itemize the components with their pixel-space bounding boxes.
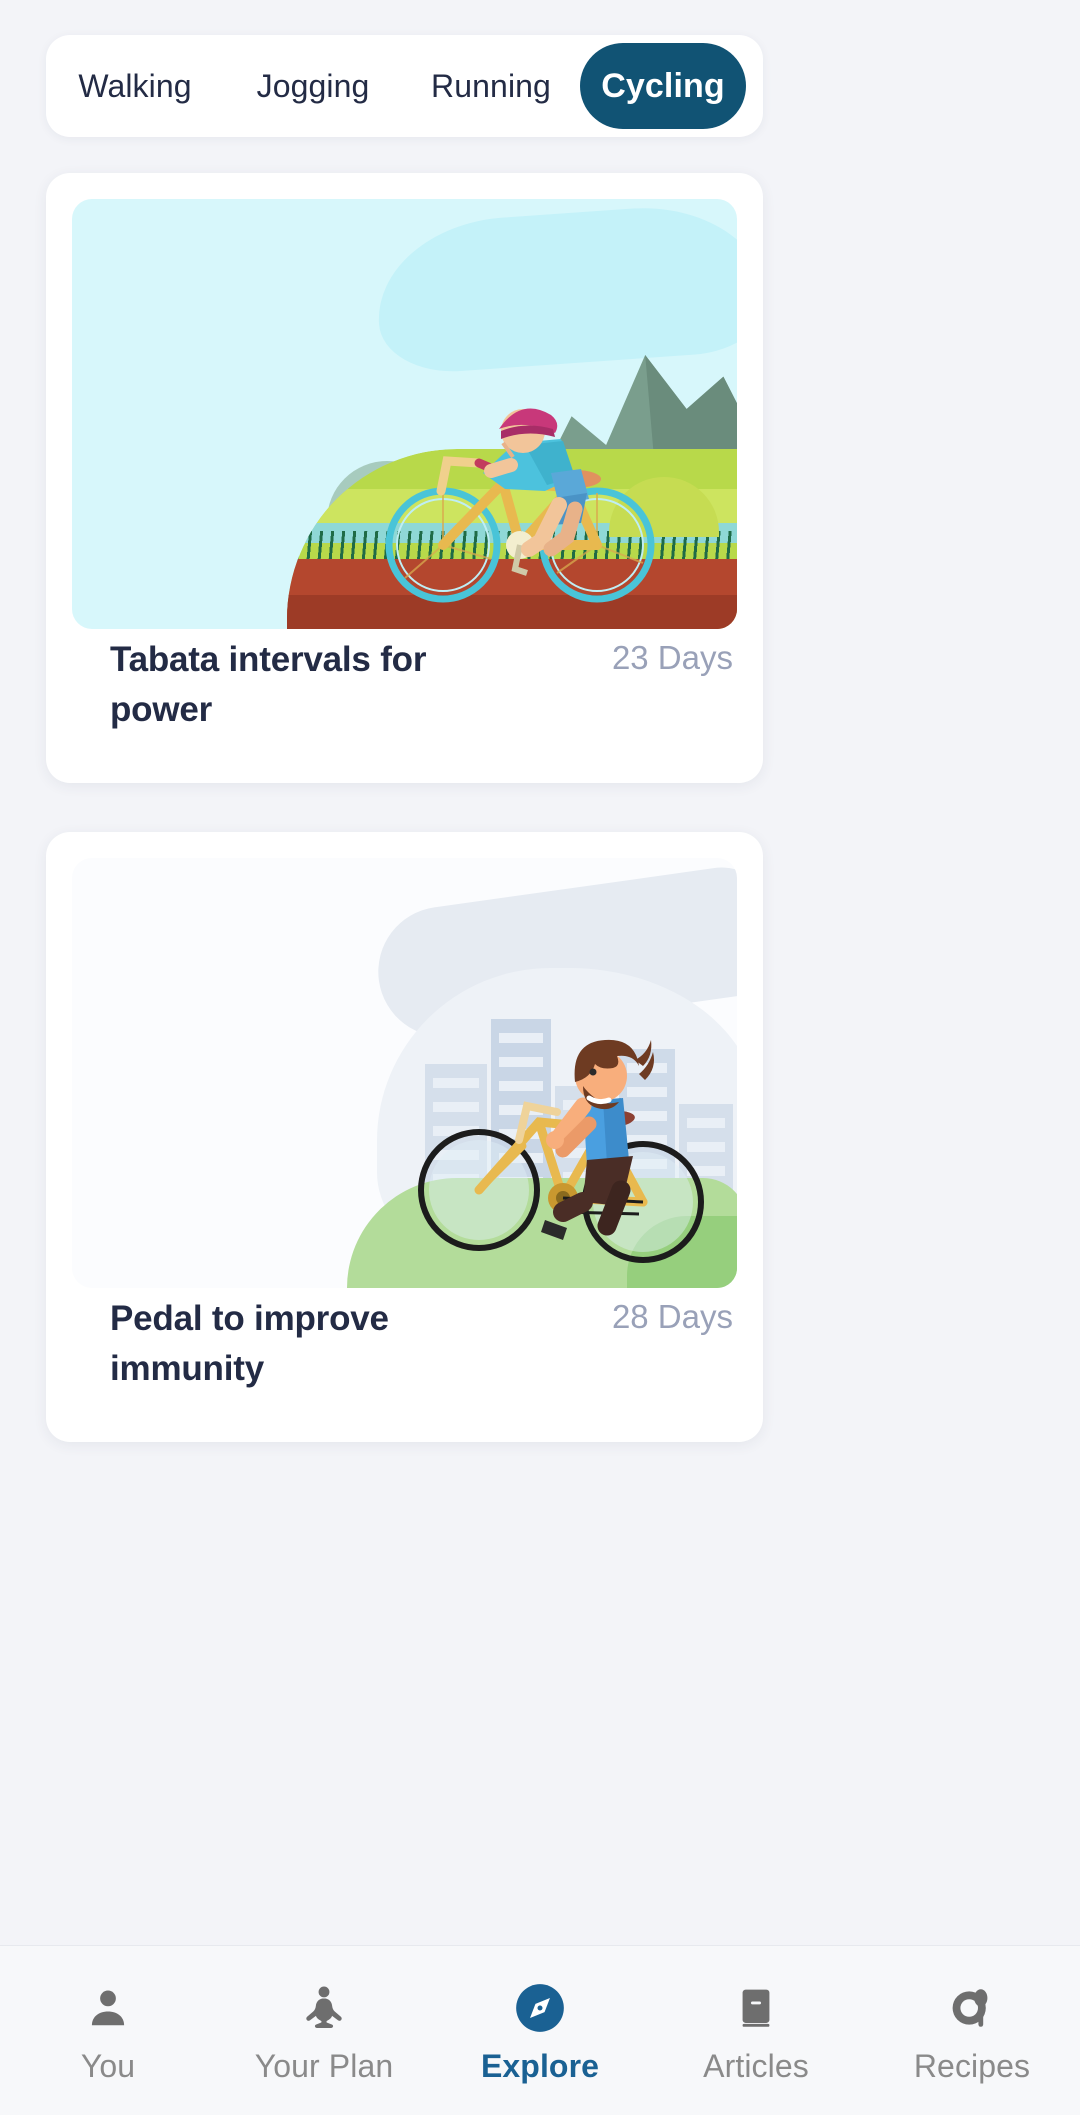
nav-item-your-plan-label: Your Plan: [254, 2047, 394, 2084]
workout-card-footer: Pedal to improve immunity 28 Days: [46, 1292, 763, 1442]
tab-walking[interactable]: Walking: [46, 35, 224, 137]
workout-card-footer: Tabata intervals for power 23 Days: [46, 633, 763, 783]
book-icon: [725, 1977, 787, 2039]
tab-running[interactable]: Running: [402, 35, 580, 137]
scroll-content: Walking Jogging Running Cycling Tabata i…: [0, 0, 1080, 1945]
category-tab-bar: Walking Jogging Running Cycling: [46, 35, 763, 137]
workout-card[interactable]: Pedal to improve immunity 28 Days: [46, 832, 763, 1442]
cyclist-mountain-illustration: [72, 199, 737, 629]
cyclist-figure-icon: [418, 1039, 704, 1263]
workout-card[interactable]: Tabata intervals for power 23 Days: [46, 173, 763, 783]
nav-item-recipes-label: Recipes: [913, 2047, 1031, 2084]
workout-card-duration: 28 Days: [611, 1298, 733, 1335]
workout-card-title: Tabata intervals for power: [110, 640, 427, 729]
nav-item-your-plan[interactable]: Your Plan: [216, 1946, 432, 2115]
cyclist-figure-icon: [385, 408, 655, 603]
nav-item-recipes[interactable]: Recipes: [864, 1946, 1080, 2115]
tab-cycling[interactable]: Cycling: [580, 43, 746, 129]
lotus-icon: [293, 1977, 355, 2039]
workout-card-duration: 23 Days: [611, 639, 733, 676]
nav-item-you-label: You: [80, 2047, 136, 2084]
nav-item-explore[interactable]: Explore: [432, 1946, 648, 2115]
tab-jogging-label: Jogging: [256, 67, 370, 104]
tab-jogging[interactable]: Jogging: [224, 35, 402, 137]
workout-card-title: Pedal to improve immunity: [110, 1299, 389, 1388]
nav-item-explore-label: Explore: [480, 2047, 600, 2084]
tab-walking-label: Walking: [78, 67, 192, 104]
app-screen: Walking Jogging Running Cycling Tabata i…: [0, 0, 1080, 2115]
nav-item-articles[interactable]: Articles: [648, 1946, 864, 2115]
bottom-navigation-bar: You Your Plan Explore Articles Recipes: [0, 1945, 1080, 2115]
tab-cycling-label: Cycling: [601, 66, 725, 105]
workout-card-image: [72, 858, 737, 1288]
workout-card-image: [72, 199, 737, 629]
person-icon: [77, 1977, 139, 2039]
compass-icon: [509, 1977, 571, 2039]
plate-spoon-icon: [941, 1977, 1003, 2039]
cloud-shape: [372, 199, 737, 377]
tab-running-label: Running: [431, 67, 551, 104]
cyclist-city-illustration: [72, 858, 737, 1288]
nav-item-you[interactable]: You: [0, 1946, 216, 2115]
nav-item-articles-label: Articles: [703, 2047, 809, 2084]
